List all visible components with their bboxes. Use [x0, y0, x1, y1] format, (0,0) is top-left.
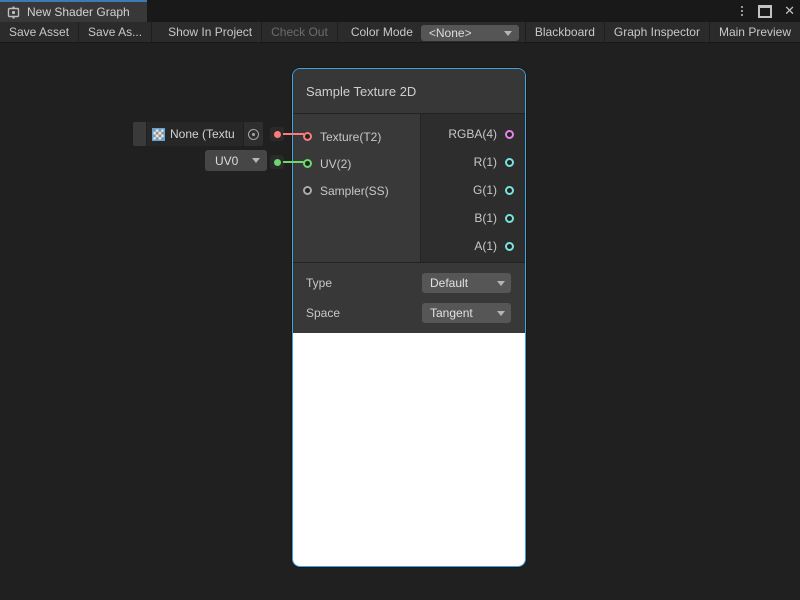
port-circle-icon[interactable]: [303, 159, 312, 168]
port-circle-icon[interactable]: [505, 214, 514, 223]
uv-channel-value: UV0: [215, 154, 238, 168]
port-circle-icon[interactable]: [303, 186, 312, 195]
blackboard-toggle-button[interactable]: Blackboard: [525, 22, 604, 42]
color-mode-value: <None>: [429, 26, 472, 40]
type-value: Default: [430, 276, 468, 290]
object-picker-icon: [248, 129, 259, 140]
close-icon[interactable]: ✕: [784, 0, 795, 22]
port-r-output[interactable]: R(1): [421, 148, 525, 176]
type-label: Type: [306, 276, 332, 290]
port-circle-icon[interactable]: [505, 242, 514, 251]
space-dropdown[interactable]: Tangent: [422, 303, 511, 323]
port-circle-icon[interactable]: [505, 158, 514, 167]
texture-edge-wire[interactable]: [283, 133, 304, 135]
port-circle-icon[interactable]: [505, 130, 514, 139]
port-sampler-input[interactable]: Sampler(SS): [293, 177, 420, 204]
save-as-button[interactable]: Save As...: [79, 22, 152, 42]
input-ports: Texture(T2) UV(2) Sampler(SS): [293, 114, 421, 262]
uv-channel-dropdown[interactable]: UV0: [205, 150, 267, 171]
texture-field-value: None (Textu: [170, 127, 235, 141]
chevron-down-icon: [497, 311, 505, 316]
shader-graph-asset-icon: [7, 6, 20, 19]
maximize-icon[interactable]: [758, 5, 772, 18]
object-picker-button[interactable]: [243, 122, 263, 146]
port-a-output[interactable]: A(1): [421, 232, 525, 260]
toolbar: Save Asset Save As... Show In Project Ch…: [0, 22, 800, 43]
window-menu-icon[interactable]: [738, 4, 746, 18]
uv-edge-anchor[interactable]: [270, 155, 284, 169]
port-label: R(1): [474, 155, 497, 169]
port-label: UV(2): [320, 157, 351, 171]
port-texture-input[interactable]: Texture(T2): [293, 123, 420, 150]
port-circle-icon[interactable]: [303, 132, 312, 141]
port-label: B(1): [474, 211, 497, 225]
title-bar: New Shader Graph ✕: [0, 0, 800, 22]
main-preview-toggle-button[interactable]: Main Preview: [709, 22, 800, 42]
object-field-handle: [133, 122, 147, 146]
port-g-output[interactable]: G(1): [421, 176, 525, 204]
shader-graph-window: New Shader Graph ✕ Save Asset Save As...…: [0, 0, 800, 600]
graph-inspector-toggle-button[interactable]: Graph Inspector: [604, 22, 709, 42]
texture-edge-anchor[interactable]: [270, 127, 284, 141]
port-rgba-output[interactable]: RGBA(4): [421, 120, 525, 148]
node-header[interactable]: Sample Texture 2D: [293, 69, 525, 114]
texture2d-icon: [152, 128, 165, 141]
port-label: Texture(T2): [320, 130, 381, 144]
node-title: Sample Texture 2D: [306, 84, 416, 99]
save-asset-button[interactable]: Save Asset: [0, 22, 79, 42]
tab-title: New Shader Graph: [27, 5, 130, 19]
type-control-row: Type Default: [293, 268, 525, 298]
color-mode-label: Color Mode: [343, 22, 421, 42]
port-label: RGBA(4): [448, 127, 497, 141]
window-controls: ✕: [738, 0, 795, 22]
texture-object-field[interactable]: None (Textu: [133, 122, 263, 146]
tab-new-shader-graph[interactable]: New Shader Graph: [0, 0, 147, 22]
port-label: A(1): [474, 239, 497, 253]
chevron-down-icon: [504, 31, 512, 36]
chevron-down-icon: [252, 158, 260, 163]
port-label: G(1): [473, 183, 497, 197]
output-ports: RGBA(4) R(1) G(1) B(1) A(1): [421, 114, 525, 262]
node-sample-texture-2d[interactable]: Sample Texture 2D Texture(T2) UV(2) Samp…: [292, 68, 526, 567]
port-label: Sampler(SS): [320, 184, 389, 198]
space-value: Tangent: [430, 306, 473, 320]
check-out-button: Check Out: [262, 22, 338, 42]
color-mode-dropdown[interactable]: <None>: [421, 25, 519, 41]
type-dropdown[interactable]: Default: [422, 273, 511, 293]
port-circle-icon[interactable]: [505, 186, 514, 195]
object-field-value-area[interactable]: None (Textu: [147, 122, 243, 146]
port-b-output[interactable]: B(1): [421, 204, 525, 232]
node-controls: Type Default Space Tangent: [293, 262, 525, 333]
space-control-row: Space Tangent: [293, 298, 525, 328]
show-in-project-button[interactable]: Show In Project: [159, 22, 262, 42]
node-preview-area[interactable]: [293, 333, 525, 566]
node-ports: Texture(T2) UV(2) Sampler(SS) RGBA(4) R(…: [293, 114, 525, 262]
uv-edge-wire[interactable]: [283, 161, 304, 163]
port-uv-input[interactable]: UV(2): [293, 150, 420, 177]
space-label: Space: [306, 306, 340, 320]
chevron-down-icon: [497, 281, 505, 286]
